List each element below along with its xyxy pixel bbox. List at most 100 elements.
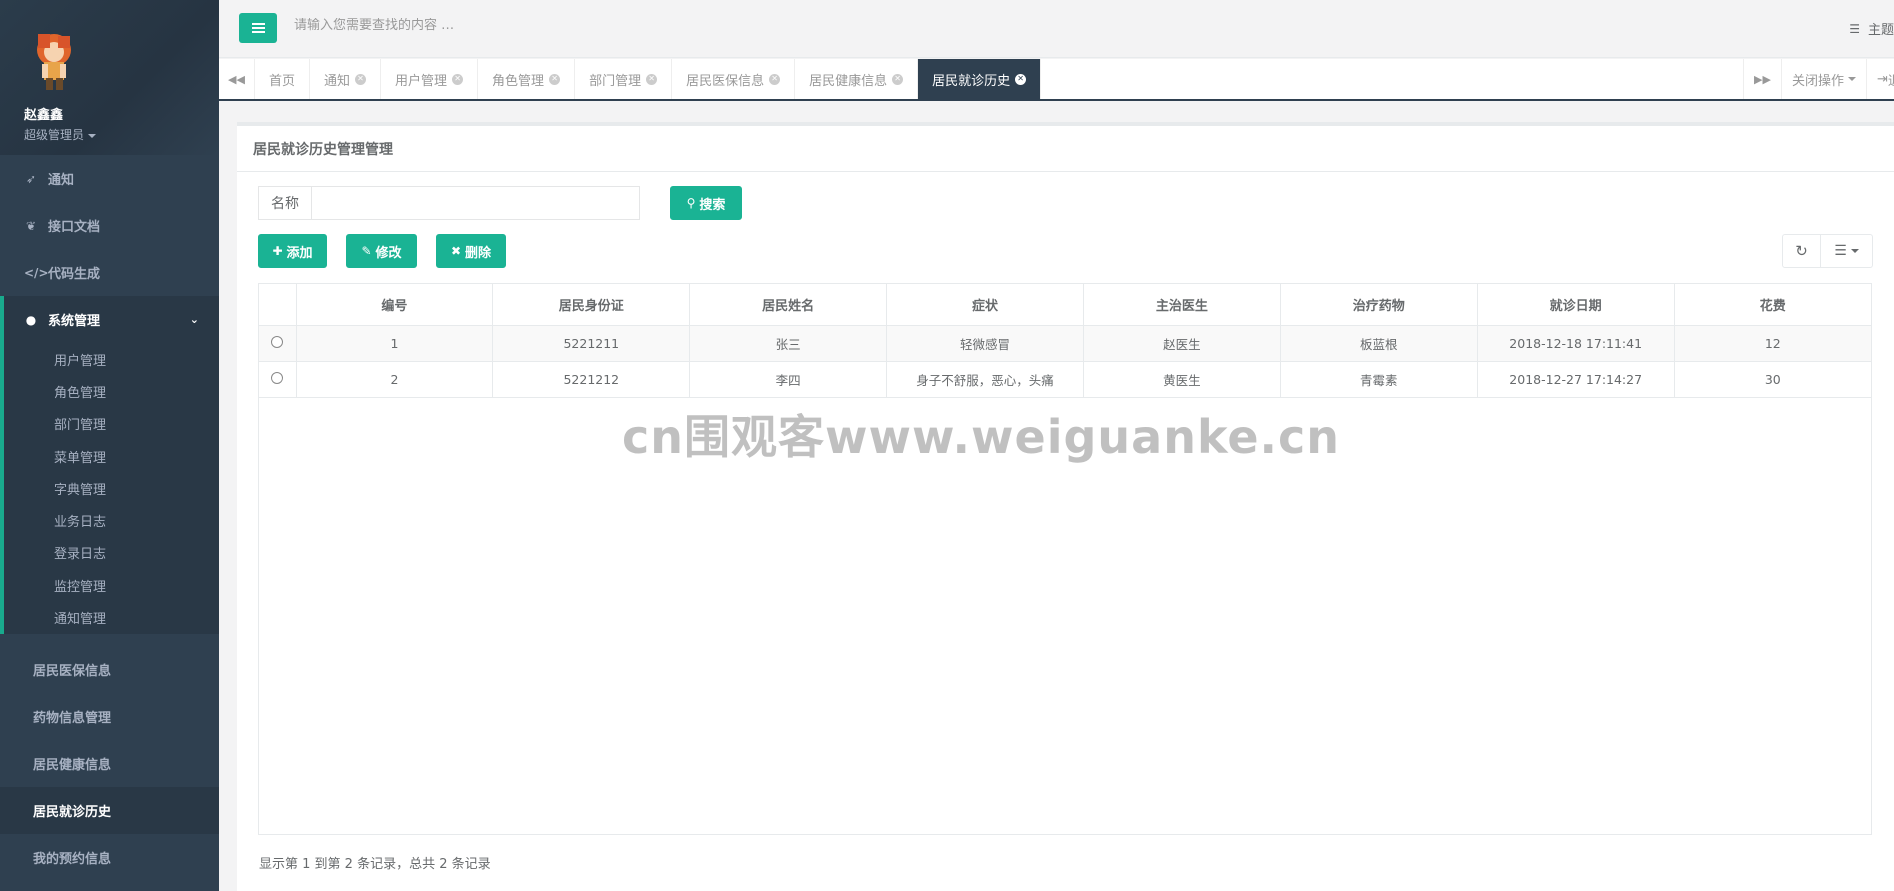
sidebar-subitem-notice-mgmt[interactable]: 通知管理 bbox=[4, 601, 219, 633]
add-button-label: 添加 bbox=[286, 245, 313, 261]
close-icon[interactable]: ✕ bbox=[646, 73, 658, 85]
logout-button[interactable]: ⇥退出 bbox=[1866, 59, 1894, 99]
chevron-down-icon: ⌄ bbox=[189, 313, 199, 326]
column-header[interactable]: 花费 bbox=[1674, 284, 1871, 326]
sidebar-item-codegen[interactable]: </> 代码生成 bbox=[0, 249, 219, 296]
leaf-icon: ❦ bbox=[25, 218, 37, 233]
close-icon[interactable]: ✕ bbox=[769, 73, 781, 85]
profile-role-dropdown[interactable]: 超级管理员 bbox=[24, 126, 219, 143]
sidebar-subitem-departments[interactable]: 部门管理 bbox=[4, 408, 219, 440]
close-icon[interactable]: ✕ bbox=[549, 73, 561, 85]
columns-toggle-button[interactable]: ☰ bbox=[1821, 234, 1873, 268]
edit-button-label: 修改 bbox=[375, 245, 402, 261]
sidebar-item-label: 通知 bbox=[48, 173, 75, 188]
sidebar-subitem-users[interactable]: 用户管理 bbox=[4, 343, 219, 375]
sidebar: 赵鑫鑫 超级管理员 ➶ 通知 ❦ 接口文档 </> 代码生成 ● 系统管理 ⌄ … bbox=[0, 0, 219, 891]
column-header[interactable]: 治疗药物 bbox=[1280, 284, 1478, 326]
tab-label: 首页 bbox=[269, 73, 296, 89]
sign-out-icon: ⇥ bbox=[1877, 71, 1888, 87]
tab-label: 通知 bbox=[324, 73, 351, 89]
column-header[interactable]: 就诊日期 bbox=[1477, 284, 1675, 326]
sidebar-subitem-menus[interactable]: 菜单管理 bbox=[4, 440, 219, 472]
sidebar-item-medicine[interactable]: 药物信息管理 bbox=[0, 693, 219, 740]
search-button[interactable]: ⚲ 搜索 bbox=[670, 186, 742, 220]
sidebar-subitem-login-log[interactable]: 登录日志 bbox=[4, 537, 219, 569]
code-icon: </> bbox=[24, 265, 49, 280]
column-header[interactable]: 居民身份证 bbox=[492, 284, 691, 326]
search-icon: ⚲ bbox=[686, 196, 696, 210]
tabs-scroll-right-button[interactable]: ▶▶ bbox=[1742, 59, 1781, 99]
pagination-info: 显示第 1 到第 2 条记录，总共 2 条记录 bbox=[259, 857, 491, 872]
add-button[interactable]: ✚ 添加 bbox=[258, 234, 327, 268]
sidebar-item-api-docs[interactable]: ❦ 接口文档 bbox=[0, 202, 219, 249]
table-cell: 30 bbox=[1674, 361, 1871, 398]
sidebar-item-health[interactable]: 居民健康信息 bbox=[0, 740, 219, 787]
tabs-scroll-left-button[interactable]: ◀◀ bbox=[219, 59, 255, 99]
refresh-button[interactable]: ↻ bbox=[1782, 234, 1821, 268]
table-row[interactable]: 2 5221212 李四 身子不舒服，恶心，头痛 黄医生 青霉素 2018-12… bbox=[259, 361, 1871, 398]
name-field[interactable] bbox=[312, 186, 640, 220]
close-icon[interactable]: ✕ bbox=[1015, 73, 1027, 85]
tab-notice[interactable]: 通知 ✕ bbox=[310, 59, 382, 99]
tab-health[interactable]: 居民健康信息 ✕ bbox=[795, 59, 919, 99]
forward-icon: ▶▶ bbox=[1754, 72, 1771, 86]
tab-label: 居民就诊历史 bbox=[932, 73, 1011, 89]
table-cell: 轻微感冒 bbox=[886, 325, 1084, 362]
edit-button[interactable]: ✎ 修改 bbox=[346, 234, 417, 268]
top-bar: ☰ 主题 bbox=[219, 0, 1894, 58]
caret-down-icon bbox=[88, 133, 97, 138]
tab-visit-history[interactable]: 居民就诊历史 ✕ bbox=[918, 59, 1042, 99]
logout-label: 退出 bbox=[1888, 70, 1894, 89]
row-radio[interactable] bbox=[271, 335, 284, 348]
table-header-row: 编号 居民身份证 居民姓名 症状 主治医生 治疗药物 就诊日期 花费 bbox=[259, 284, 1871, 326]
column-header[interactable]: 居民姓名 bbox=[689, 284, 888, 326]
select-column-header bbox=[259, 284, 297, 326]
table-cell: 板蓝根 bbox=[1280, 325, 1478, 362]
sidebar-subitem-roles[interactable]: 角色管理 bbox=[4, 375, 219, 407]
table-row[interactable]: 1 5221211 张三 轻微感冒 赵医生 板蓝根 2018-12-18 17:… bbox=[259, 325, 1871, 362]
column-header[interactable]: 主治医生 bbox=[1083, 284, 1281, 326]
column-header[interactable]: 症状 bbox=[886, 284, 1084, 326]
column-header[interactable]: 编号 bbox=[296, 284, 494, 326]
close-icon[interactable]: ✕ bbox=[355, 73, 367, 85]
plus-icon: ✚ bbox=[272, 244, 283, 258]
row-radio[interactable] bbox=[271, 371, 284, 384]
tab-label: 部门管理 bbox=[589, 73, 642, 89]
tab-home[interactable]: 首页 bbox=[255, 59, 311, 99]
rocket-icon: ➶ bbox=[25, 171, 37, 186]
table-cell: 李四 bbox=[689, 361, 888, 398]
sidebar-subitem-business-log[interactable]: 业务日志 bbox=[4, 504, 219, 536]
sidebar-item-visit-history[interactable]: 居民就诊历史 bbox=[0, 786, 219, 834]
tab-label: 居民健康信息 bbox=[809, 73, 888, 89]
table-cell: 赵医生 bbox=[1083, 325, 1281, 362]
theme-button[interactable]: ☰ 主题 bbox=[1849, 19, 1894, 39]
delete-button[interactable]: ✖ 删除 bbox=[436, 234, 506, 268]
sidebar-item-insurance[interactable]: 居民医保信息 bbox=[0, 646, 219, 693]
table-cell: 2018-12-27 17:14:27 bbox=[1477, 361, 1675, 398]
sidebar-item-system[interactable]: ● 系统管理 ⌄ bbox=[4, 296, 219, 343]
sidebar-subitem-monitor[interactable]: 监控管理 bbox=[4, 569, 219, 601]
tab-insurance[interactable]: 居民医保信息 ✕ bbox=[672, 59, 796, 99]
profile-name: 赵鑫鑫 bbox=[24, 108, 64, 123]
row-select-cell bbox=[259, 361, 297, 398]
list-icon: ☰ bbox=[1849, 21, 1860, 36]
table-cell: 1 bbox=[296, 325, 494, 362]
table-cell: 身子不舒服，恶心，头痛 bbox=[886, 361, 1084, 398]
close-icon[interactable]: ✕ bbox=[892, 73, 904, 85]
avatar[interactable] bbox=[26, 28, 82, 94]
close-icon[interactable]: ✕ bbox=[452, 73, 464, 85]
close-operations-dropdown[interactable]: 关闭操作 bbox=[1780, 59, 1866, 99]
action-toolbar: ✚ 添加 ✎ 修改 ✖ 删除 bbox=[258, 234, 506, 268]
tab-departments[interactable]: 部门管理 ✕ bbox=[575, 59, 673, 99]
tab-users[interactable]: 用户管理 ✕ bbox=[381, 59, 479, 99]
menu-toggle-button[interactable] bbox=[239, 13, 277, 43]
table-cell: 张三 bbox=[689, 325, 888, 362]
global-search-input[interactable] bbox=[294, 18, 694, 33]
sidebar-item-notice[interactable]: ➶ 通知 bbox=[0, 155, 219, 202]
sidebar-item-appointments[interactable]: 我的预约信息 bbox=[0, 834, 219, 881]
profile-header: 赵鑫鑫 超级管理员 bbox=[0, 0, 219, 155]
tab-roles[interactable]: 角色管理 ✕ bbox=[478, 59, 576, 99]
table-cell: 5221212 bbox=[492, 361, 691, 398]
user-icon: ● bbox=[25, 312, 37, 327]
sidebar-subitem-dictionary[interactable]: 字典管理 bbox=[4, 472, 219, 504]
